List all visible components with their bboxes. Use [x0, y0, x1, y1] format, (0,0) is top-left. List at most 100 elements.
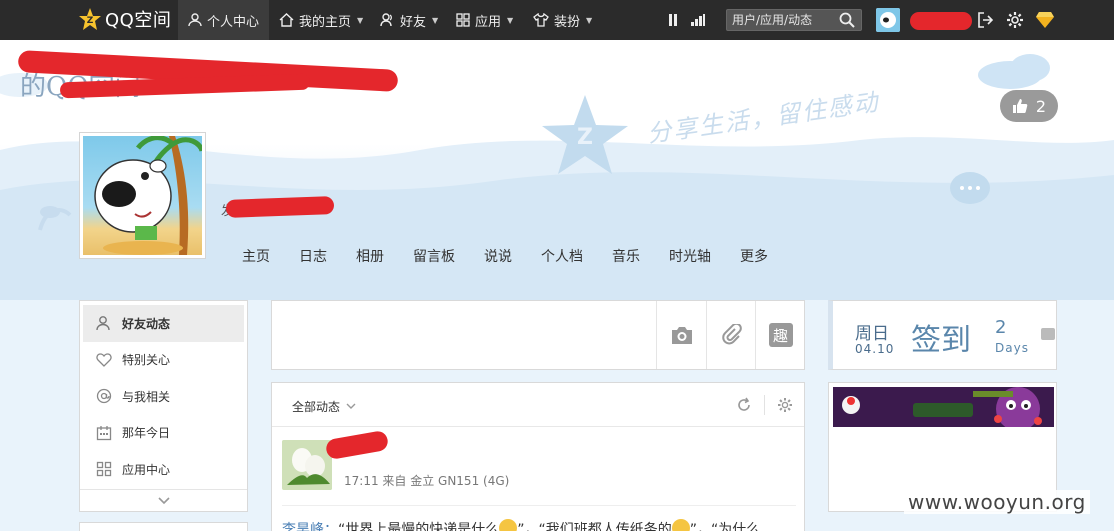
feed-filter-dropdown[interactable]: 全部动态	[292, 398, 356, 415]
sidebar-item-label: 应用中心	[122, 462, 171, 477]
sidebar-item-label: 特别关心	[122, 353, 171, 368]
home-icon	[279, 13, 294, 27]
sidebar-item-related-to-me[interactable]: 与我相关	[80, 378, 247, 415]
sidebar-item-app-center[interactable]: 应用中心	[80, 451, 247, 488]
svg-text:Z: Z	[577, 125, 593, 150]
like-count: 2	[1035, 96, 1047, 116]
header-divider	[764, 395, 765, 415]
user-avatar[interactable]	[876, 8, 900, 32]
redacted-friend-name	[225, 196, 335, 218]
gear-icon[interactable]	[777, 397, 793, 413]
nav-shuoshuo[interactable]: 说说	[484, 246, 512, 266]
apps-grid-icon	[456, 13, 470, 27]
menu-label: 应用	[475, 14, 502, 30]
activity-feed: 全部动态 17:11 来自 金立 GN151 (4G) 李昊峰：“世界上最慢的快…	[271, 382, 805, 531]
nav-profile[interactable]: 个人档	[541, 246, 583, 266]
signal-bars-icon[interactable]	[690, 13, 706, 27]
attachment-button[interactable]	[706, 301, 756, 369]
fun-icon-label: 趣	[772, 326, 788, 345]
user-icon	[96, 316, 110, 331]
gear-icon[interactable]	[1006, 11, 1024, 29]
search-input[interactable]	[727, 10, 839, 30]
paperclip-icon	[721, 324, 742, 345]
pause-icon[interactable]	[667, 13, 679, 27]
menu-label: 装扮	[554, 14, 581, 30]
sidebar-item-label: 好友动态	[122, 316, 171, 331]
sidebar-item-special-care[interactable]: 特别关心	[80, 342, 247, 379]
checkin-count: 2	[995, 317, 1007, 338]
avatar-image	[876, 8, 900, 32]
menu-dressup[interactable]: 装扮 ▼	[533, 0, 592, 40]
menu-personal-center[interactable]: 个人中心	[178, 0, 269, 40]
game-banner-art	[833, 387, 1054, 427]
logo-text: QQ空间	[105, 10, 172, 31]
logout-icon[interactable]	[976, 11, 994, 29]
qzone-logo[interactable]: Z QQ空间	[78, 6, 171, 32]
menu-label: 好友	[400, 14, 427, 30]
caret-down-icon: ▼	[507, 15, 514, 25]
calendar-icon	[96, 425, 112, 440]
caret-down-icon: ▼	[586, 15, 593, 25]
thumbs-up-icon	[1012, 99, 1028, 113]
sidebar-item-label: 那年今日	[122, 426, 171, 441]
diamond-vip-icon[interactable]	[1035, 11, 1055, 29]
profile-picture[interactable]	[79, 132, 206, 259]
checkin-unit: Days	[995, 341, 1029, 355]
game-banner-image[interactable]	[833, 387, 1054, 427]
feed-header: 全部动态	[272, 383, 804, 427]
feed-post-meta: 17:11 来自 金立 GN151 (4G)	[344, 474, 510, 488]
feed-post-text: 李昊峰：“世界上最慢的快递是什么 ”，“我们班都人传纸条的 ”，“为什么	[282, 519, 796, 531]
sidebar-item-label: 与我相关	[122, 389, 171, 404]
sidebar-item-friend-feed[interactable]: 好友动态	[83, 305, 244, 342]
feed-post-text-part2: ”，“我们班都人传纸条的	[517, 522, 672, 531]
nav-message-board[interactable]: 留言板	[413, 246, 455, 266]
menu-apps[interactable]: 应用 ▼	[456, 0, 513, 40]
feed-post-author[interactable]: 李昊峰：	[282, 522, 338, 531]
sidebar-item-this-day[interactable]: 那年今日	[80, 415, 247, 452]
feed-post-text-part3: ”，“为什么	[689, 522, 761, 531]
redacted-author-name	[324, 429, 390, 461]
heart-icon	[96, 353, 112, 367]
checkin-card[interactable]: 周日 04.10 签到 2 Days	[828, 300, 1057, 370]
menu-friends[interactable]: 好友 ▼	[380, 0, 438, 40]
menu-my-homepage[interactable]: 我的主页 ▼	[279, 0, 363, 40]
nav-blog[interactable]: 日志	[299, 246, 327, 266]
search-icon[interactable]	[839, 12, 855, 28]
nav-home[interactable]: 主页	[242, 246, 270, 266]
menu-label: 个人中心	[207, 14, 260, 30]
nav-timeline[interactable]: 时光轴	[669, 246, 711, 266]
nav-album[interactable]: 相册	[356, 246, 384, 266]
svg-text:Z: Z	[87, 16, 94, 26]
post-publisher: 趣	[271, 300, 805, 370]
like-button[interactable]: 2	[1000, 90, 1058, 122]
checkin-button[interactable]: 签到	[911, 315, 971, 359]
post-input-area[interactable]	[272, 301, 656, 369]
nav-more[interactable]: 更多	[740, 246, 768, 266]
at-icon	[96, 389, 112, 404]
fun-icon: 趣	[768, 323, 793, 347]
qzone-star-icon: Z	[79, 8, 101, 30]
refresh-icon[interactable]	[736, 397, 752, 413]
camera-icon	[671, 327, 692, 344]
grid-icon	[96, 462, 112, 477]
search-box	[726, 9, 862, 31]
fun-button[interactable]: 趣	[755, 301, 805, 369]
chevron-down-icon	[157, 496, 170, 504]
sidebar-expand-button[interactable]	[80, 489, 247, 511]
profile-banner: Z 的QQ空间 分享生活，留住感动 2 发者	[0, 40, 1114, 300]
friends-icon	[380, 13, 392, 27]
checkin-weekday: 周日	[855, 324, 889, 344]
top-navigation-bar: Z QQ空间 个人中心 我的主页 ▼ 好友 ▼ 应用 ▼ 装扮 ▼	[0, 0, 1114, 40]
profile-picture-image	[94, 136, 202, 255]
feed-author-avatar[interactable]	[282, 440, 332, 490]
shocked-emoji-icon	[499, 519, 518, 531]
nav-music[interactable]: 音乐	[612, 246, 640, 266]
chevron-down-icon	[346, 403, 356, 409]
avatar-image	[282, 440, 332, 490]
user-icon	[188, 13, 202, 27]
photo-button[interactable]	[656, 301, 706, 369]
checkin-side-tab[interactable]	[1041, 328, 1055, 340]
caret-down-icon: ▼	[357, 15, 364, 25]
caret-down-icon: ▼	[432, 15, 439, 25]
feed-post-text-part1: “世界上最慢的快递是什么	[338, 522, 500, 531]
